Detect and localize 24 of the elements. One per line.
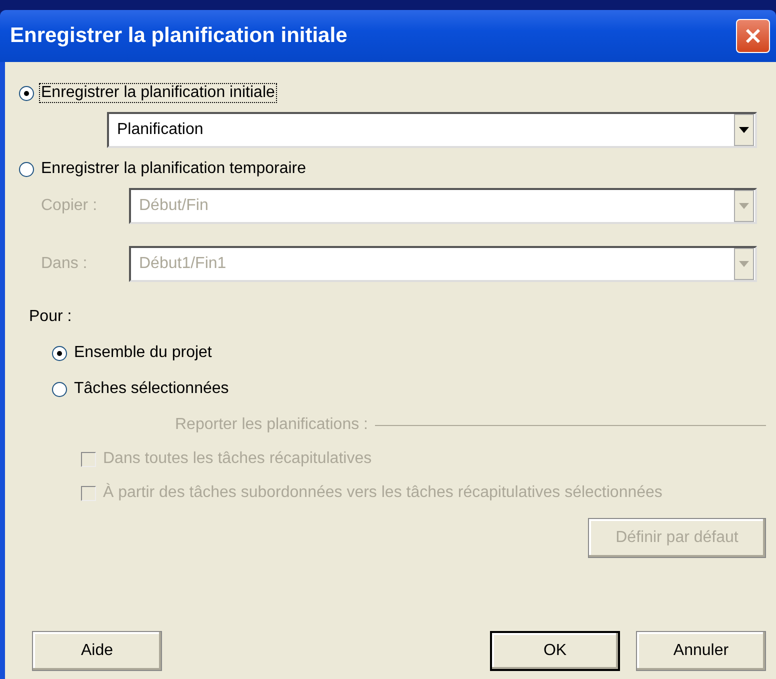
radio-button[interactable] [19,86,34,100]
checkbox-label: Dans toutes les tâches récapitulatives [102,450,373,468]
radio-label[interactable]: Ensemble du projet [73,344,213,362]
caret-icon [734,248,754,280]
window-title: Enregistrer la planification initiale [10,24,348,48]
close-button[interactable] [736,19,770,53]
field-label: Dans : [40,255,88,273]
close-icon [744,27,762,45]
dialog-button[interactable]: Annuler [636,631,766,671]
radio-label[interactable]: Enregistrer la planification temporaire [40,160,308,178]
dropdown[interactable]: Planification [107,112,757,148]
radio-label[interactable]: Enregistrer la planification initiale [40,84,276,102]
radio-button[interactable] [19,162,34,176]
dialog-button[interactable]: OK [490,631,620,671]
checkbox-label: À partir des tâches subordonnées vers les tâches récapitulatives sélectionnées [102,484,664,502]
group-label: Reporter les planifications : [174,416,369,434]
radio-label[interactable]: Tâches sélectionnées [73,380,230,398]
dialog-button[interactable]: Aide [32,631,162,671]
section-label: Pour : [29,308,73,326]
field-label: Copier : [40,197,98,215]
caret-icon [734,190,754,222]
caret-icon [734,114,754,146]
radio-button[interactable] [52,346,67,360]
radio-button[interactable] [52,382,67,396]
